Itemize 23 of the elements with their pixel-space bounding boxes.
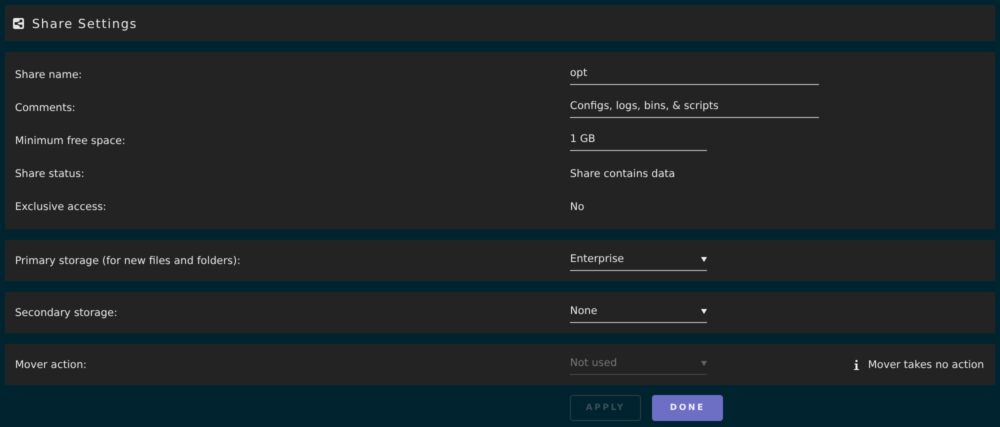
field-label: Share name:	[15, 68, 83, 80]
panel-title: Share Settings	[32, 16, 138, 30]
done-button[interactable]: DONE	[652, 395, 723, 421]
field-label: Secondary storage:	[15, 306, 118, 318]
field-label: Primary storage (for new files and folders):	[15, 254, 242, 266]
input-field[interactable]: 1 GB	[570, 130, 707, 151]
input-field[interactable]: Configs, logs, bins, & scripts	[570, 97, 819, 118]
field-value: No	[570, 200, 584, 212]
field-label: Exclusive access:	[15, 200, 108, 212]
field-label: Share status:	[15, 168, 86, 180]
field-label: Minimum free space:	[15, 134, 126, 146]
input-field[interactable]: opt	[570, 64, 819, 85]
info-icon	[854, 360, 859, 370]
caret-icon	[701, 360, 707, 366]
share-icon	[13, 18, 24, 28]
dropdown[interactable]: None	[570, 302, 707, 323]
field-label: Mover action:	[15, 358, 88, 370]
field-label: Comments:	[15, 102, 76, 114]
dropdown[interactable]: Enterprise	[570, 250, 707, 271]
caret-icon	[701, 308, 707, 314]
info-note: Mover takes no action	[868, 358, 984, 370]
field-value: Share contains data	[570, 168, 676, 180]
caret-icon	[701, 256, 707, 262]
